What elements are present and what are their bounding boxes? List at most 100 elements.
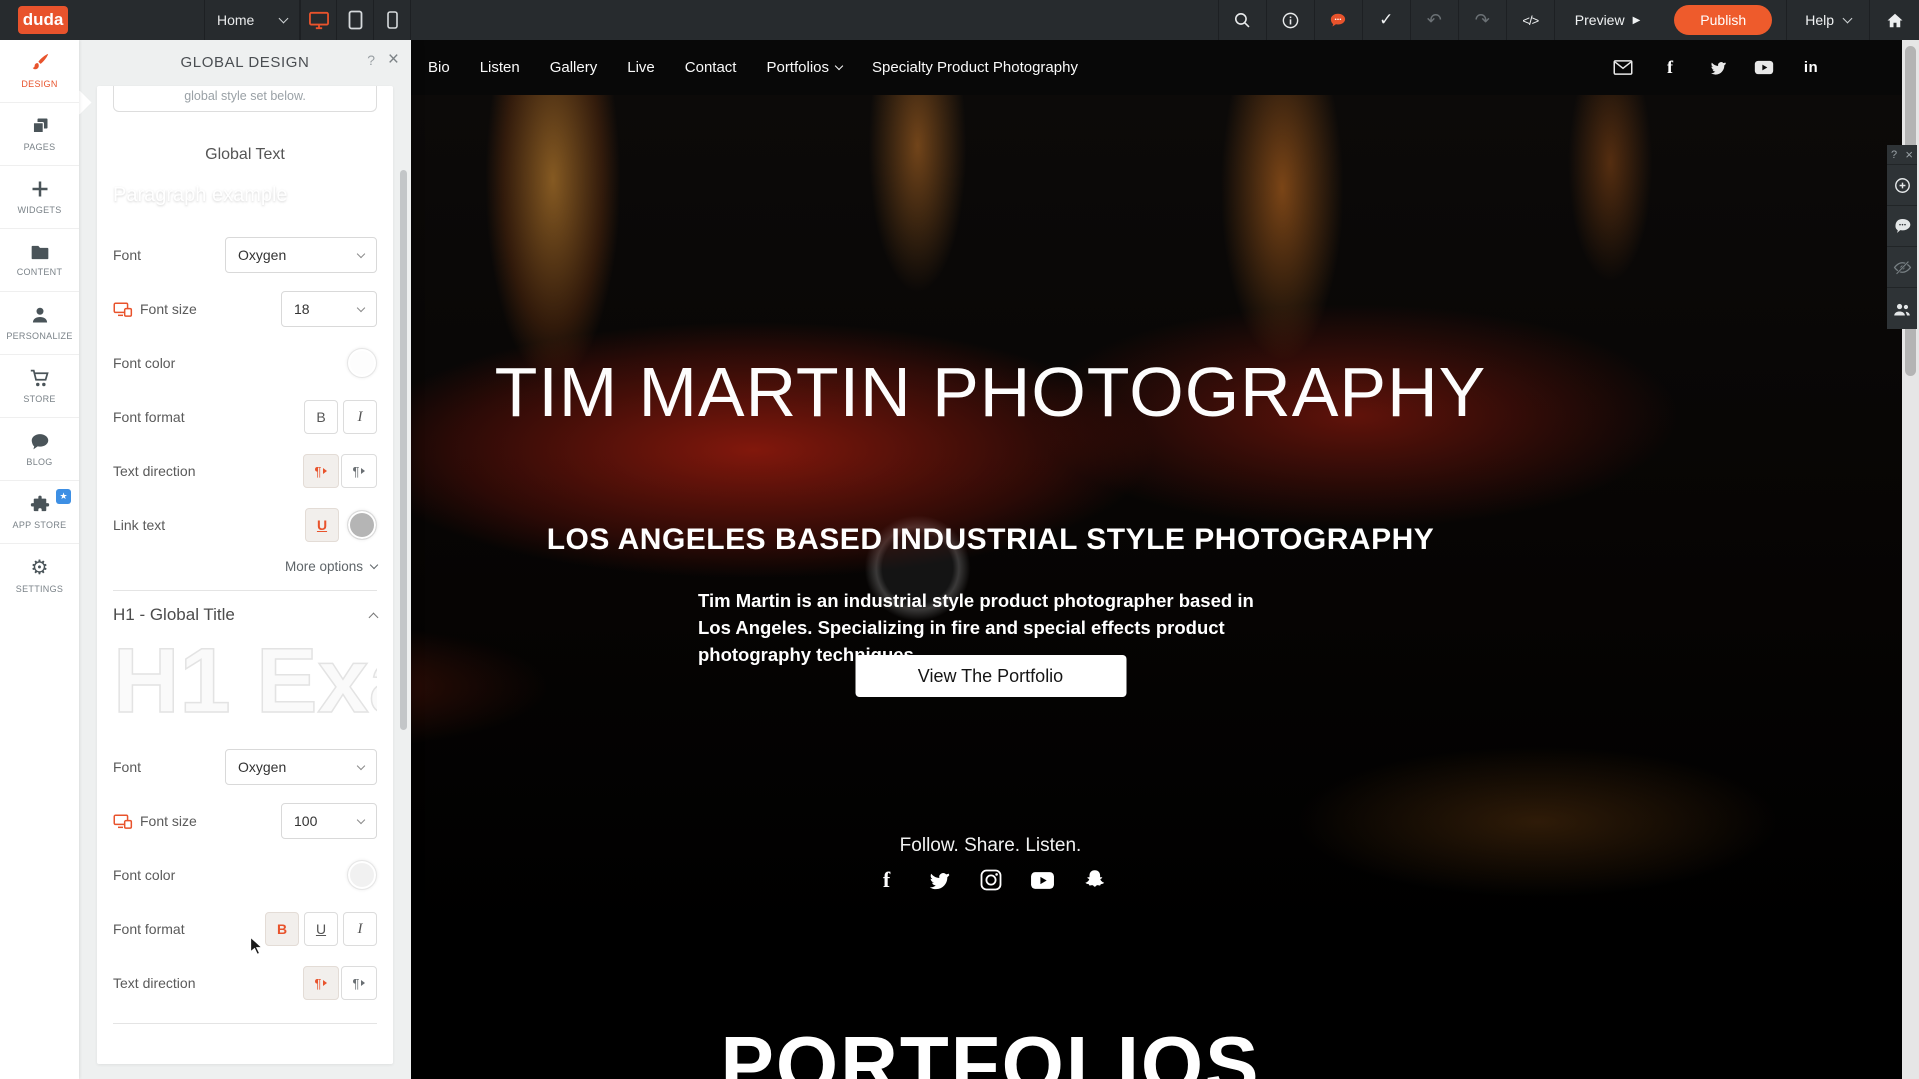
h1-section-header[interactable]: H1 - Global Title (113, 605, 377, 625)
instagram-icon[interactable] (978, 867, 1004, 893)
text-direction-row: Text direction ¶ ¶ (113, 453, 377, 489)
nav-item-bio[interactable]: Bio (428, 59, 450, 76)
italic-button[interactable]: I (343, 912, 377, 946)
rtl-button[interactable]: ¶ (341, 966, 377, 1000)
nav-item-live[interactable]: Live (627, 59, 655, 76)
preview-label: Preview (1575, 12, 1625, 28)
duda-logo-text: duda (23, 10, 64, 30)
page-selector-dropdown[interactable]: Home (204, 0, 300, 40)
comments-button[interactable] (1887, 206, 1917, 247)
twitter-icon[interactable] (1704, 55, 1730, 81)
sidebar-item-personalize[interactable]: PERSONALIZE (0, 292, 79, 355)
h1-font-select[interactable]: Oxygen (225, 749, 377, 785)
sidebar-item-widgets[interactable]: WIDGETS (0, 166, 79, 229)
info-button[interactable] (1266, 0, 1314, 40)
sidebar-item-content[interactable]: CONTENT (0, 229, 79, 292)
chevron-down-icon (370, 561, 378, 569)
font-color-row: Font color (113, 345, 377, 381)
feedback-button[interactable] (1314, 0, 1362, 40)
dashboard-home-button[interactable] (1869, 0, 1919, 40)
tablet-view-button[interactable] (337, 0, 374, 40)
mobile-view-button[interactable] (374, 0, 411, 40)
link-underline-button[interactable]: U (305, 508, 339, 542)
twitter-icon[interactable] (926, 867, 952, 893)
undo-button[interactable]: ↶ (1410, 0, 1458, 40)
eye-slash-icon (1893, 258, 1912, 277)
pilcrow-ltr-icon: ¶ (315, 464, 322, 479)
global-text-heading: Global Text (113, 146, 377, 164)
font-label: Font (113, 247, 141, 263)
save-confirm-button[interactable]: ✓ (1362, 0, 1410, 40)
email-icon[interactable] (1610, 55, 1636, 81)
linkedin-icon[interactable]: in (1798, 55, 1824, 81)
more-options-link[interactable]: More options (113, 559, 377, 574)
view-portfolio-label: View The Portfolio (918, 666, 1063, 687)
publish-label: Publish (1700, 12, 1746, 28)
desktop-view-button[interactable] (300, 0, 337, 40)
help-icon[interactable]: ? (367, 52, 375, 68)
panel-scrollbar-thumb[interactable] (400, 170, 407, 730)
info-icon (1281, 11, 1300, 30)
close-icon[interactable]: × (388, 49, 399, 71)
pilcrow-ltr-icon: ¶ (315, 976, 322, 991)
view-portfolio-button[interactable]: View The Portfolio (855, 655, 1126, 697)
mobile-icon (387, 11, 398, 29)
nav-item-contact[interactable]: Contact (685, 59, 737, 76)
rtl-button[interactable]: ¶ (341, 454, 377, 488)
direction-arrow (361, 468, 365, 474)
preview-button[interactable]: Preview ▶ (1554, 0, 1661, 40)
font-row: Font Oxygen (113, 237, 377, 273)
sidebar-label: PERSONALIZE (6, 331, 72, 341)
ltr-button[interactable]: ¶ (303, 454, 339, 488)
home-icon (1886, 12, 1904, 29)
h1-font-color-swatch[interactable] (347, 860, 377, 890)
redo-icon: ↷ (1475, 10, 1490, 31)
facebook-icon[interactable]: f (874, 867, 900, 893)
bold-button[interactable]: B (304, 400, 338, 434)
youtube-icon[interactable] (1030, 867, 1056, 893)
nav-item-listen[interactable]: Listen (480, 59, 520, 76)
h1-font-size-select[interactable]: 100 (281, 803, 377, 839)
hide-elements-button[interactable] (1887, 247, 1917, 288)
link-color-swatch[interactable] (347, 510, 377, 540)
italic-button[interactable]: I (343, 400, 377, 434)
sidebar-item-blog[interactable]: BLOG (0, 418, 79, 481)
pilcrow-rtl-icon: ¶ (353, 976, 360, 991)
help-dropdown[interactable]: Help (1786, 0, 1869, 40)
youtube-icon[interactable] (1751, 55, 1777, 81)
zoom-add-button[interactable] (1887, 165, 1917, 206)
chevron-down-icon (1843, 14, 1853, 24)
people-icon (1892, 300, 1912, 318)
help-icon[interactable]: ? (1891, 149, 1897, 161)
sidebar-label: SETTINGS (16, 584, 63, 594)
snapchat-icon[interactable] (1082, 867, 1108, 893)
duda-logo[interactable]: duda (18, 6, 68, 34)
sidebar-item-design[interactable]: DESIGN (0, 40, 79, 103)
redo-button[interactable]: ↷ (1458, 0, 1506, 40)
sidebar-item-store[interactable]: STORE (0, 355, 79, 418)
bold-button[interactable]: B (265, 912, 299, 946)
facebook-icon[interactable]: f (1657, 55, 1683, 81)
dev-mode-button[interactable]: </> (1506, 0, 1554, 40)
tablet-icon (348, 10, 363, 30)
font-color-swatch[interactable] (347, 348, 377, 378)
underline-button[interactable]: U (304, 912, 338, 946)
nav-item-specialty[interactable]: Specialty Product Photography (872, 59, 1078, 76)
font-format-label: Font format (113, 921, 185, 937)
chevron-down-icon (357, 249, 365, 257)
toolbar-actions: ✓ ↶ ↷ </> Preview ▶ Publish Help (1218, 0, 1919, 40)
search-button[interactable] (1218, 0, 1266, 40)
close-icon[interactable]: × (1905, 147, 1913, 162)
font-size-select[interactable]: 18 (281, 291, 377, 327)
nav-item-gallery[interactable]: Gallery (550, 59, 598, 76)
font-select[interactable]: Oxygen (225, 237, 377, 273)
nav-item-portfolios[interactable]: Portfolios (766, 59, 842, 76)
sidebar-item-app-store[interactable]: ★ APP STORE (0, 481, 79, 544)
publish-button[interactable]: Publish (1674, 5, 1772, 35)
sidebar-item-pages[interactable]: PAGES (0, 103, 79, 166)
link-text-label: Link text (113, 517, 165, 533)
sidebar-label: PAGES (24, 142, 56, 152)
collaborators-button[interactable] (1887, 288, 1917, 329)
ltr-button[interactable]: ¶ (303, 966, 339, 1000)
sidebar-item-settings[interactable]: ⚙ SETTINGS (0, 544, 79, 607)
